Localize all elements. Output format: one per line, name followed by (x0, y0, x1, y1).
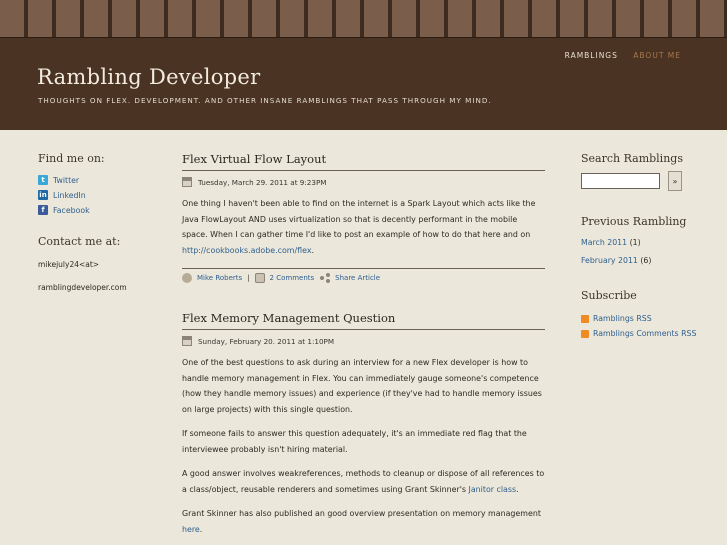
linkedin-icon: in (38, 190, 48, 200)
post-text: One thing I haven't been able to find on… (182, 199, 536, 239)
cookbooks-link[interactable]: http://cookbooks.adobe.com/flex (182, 246, 312, 255)
rss-icon (581, 329, 589, 338)
header-stripes (0, 0, 727, 38)
archive-item-march-2011: March 2011 (1) (581, 238, 711, 247)
subscribe-heading: Subscribe (581, 289, 637, 302)
post-paragraph: One thing I haven't been able to find on… (182, 196, 545, 258)
author-link[interactable]: Mike Roberts (197, 274, 242, 282)
nav-ramblings-link[interactable]: RAMBLINGS (565, 51, 618, 60)
contact-heading: Contact me at: (38, 235, 121, 248)
post-text: Grant Skinner has also published an good… (182, 509, 541, 518)
comments-link[interactable]: 2 Comments (270, 274, 315, 282)
social-item-twitter[interactable]: t Twitter (38, 175, 158, 185)
post-date: Tuesday, March 29. 2011 at 9:23PM (198, 177, 327, 187)
social-item-facebook[interactable]: f Facebook (38, 205, 158, 215)
post-title[interactable]: Flex Memory Management Question (182, 311, 545, 330)
left-sidebar: Find me on: t Twitter in LinkedIn f Face… (38, 152, 158, 306)
site-tagline: THOUGHTS ON FLEX. DEVELOPMENT. AND OTHER… (38, 96, 492, 105)
archive-count: (6) (637, 256, 652, 265)
facebook-icon: f (38, 205, 48, 215)
find-me-heading: Find me on: (38, 152, 105, 165)
post-paragraph: A good answer involves weakreferences, m… (182, 466, 545, 497)
post-meta: Sunday, February 20. 2011 at 1:10PM (182, 336, 545, 346)
contact-email-part2: ramblingdeveloper.com (38, 283, 127, 292)
social-item-linkedin[interactable]: in LinkedIn (38, 190, 158, 200)
comments-rss-link[interactable]: Ramblings Comments RSS (593, 329, 696, 338)
contact-email-part1: mikejuly24<at> (38, 260, 100, 269)
archive-link[interactable]: February 2011 (581, 256, 638, 265)
post-body: One of the best questions to ask during … (182, 355, 545, 537)
top-nav: RAMBLINGS ABOUT ME (553, 51, 681, 60)
calendar-icon (182, 177, 192, 187)
post-paragraph: Grant Skinner has also published an good… (182, 506, 545, 537)
search-form: » (581, 171, 711, 191)
post-date: Sunday, February 20. 2011 at 1:10PM (198, 336, 335, 346)
site-title[interactable]: Rambling Developer (37, 65, 260, 89)
twitter-icon: t (38, 175, 48, 185)
share-article-link[interactable]: Share Article (335, 274, 380, 282)
rss-item-comments[interactable]: Ramblings Comments RSS (581, 329, 711, 338)
rss-item-ramblings[interactable]: Ramblings RSS (581, 314, 711, 323)
search-button[interactable]: » (668, 171, 682, 191)
comment-icon (254, 273, 265, 283)
calendar-icon (182, 336, 192, 346)
post-text: . (199, 524, 203, 534)
archive-item-february-2011: February 2011 (6) (581, 256, 711, 265)
nav-about-link[interactable]: ABOUT ME (633, 51, 681, 60)
author-icon (182, 273, 192, 283)
facebook-link[interactable]: Facebook (53, 206, 90, 215)
twitter-link[interactable]: Twitter (53, 176, 79, 185)
post-paragraph: If someone fails to answer this question… (182, 429, 527, 454)
post-meta: Tuesday, March 29. 2011 at 9:23PM (182, 177, 545, 187)
post-text: . (311, 245, 315, 255)
main-content: Flex Virtual Flow Layout Tuesday, March … (182, 152, 545, 537)
post-flex-virtual-flow-layout: Flex Virtual Flow Layout Tuesday, March … (182, 152, 545, 283)
janitor-class-link[interactable]: Janitor class (469, 485, 517, 494)
archive-link[interactable]: March 2011 (581, 238, 627, 247)
footer-separator: | (247, 274, 250, 282)
post-footer: Mike Roberts | 2 Comments Share Article (182, 268, 545, 283)
rss-icon (581, 314, 589, 323)
post-paragraph: One of the best questions to ask during … (182, 358, 542, 414)
site-header: RAMBLINGS ABOUT ME Rambling Developer TH… (0, 38, 727, 130)
linkedin-link[interactable]: LinkedIn (53, 191, 86, 200)
post-title[interactable]: Flex Virtual Flow Layout (182, 152, 545, 171)
right-sidebar: Search Ramblings » Previous Rambling Mar… (581, 152, 711, 344)
post-text: . (516, 484, 519, 494)
archive-count: (1) (627, 238, 641, 247)
here-link[interactable]: here (182, 525, 200, 534)
post-body: One thing I haven't been able to find on… (182, 196, 545, 258)
previous-rambling-heading: Previous Rambling (581, 215, 687, 228)
share-icon (320, 273, 331, 283)
ramblings-rss-link[interactable]: Ramblings RSS (593, 314, 652, 323)
search-input[interactable] (581, 173, 660, 189)
post-flex-memory-management: Flex Memory Management Question Sunday, … (182, 311, 545, 537)
search-heading: Search Ramblings (581, 152, 683, 165)
